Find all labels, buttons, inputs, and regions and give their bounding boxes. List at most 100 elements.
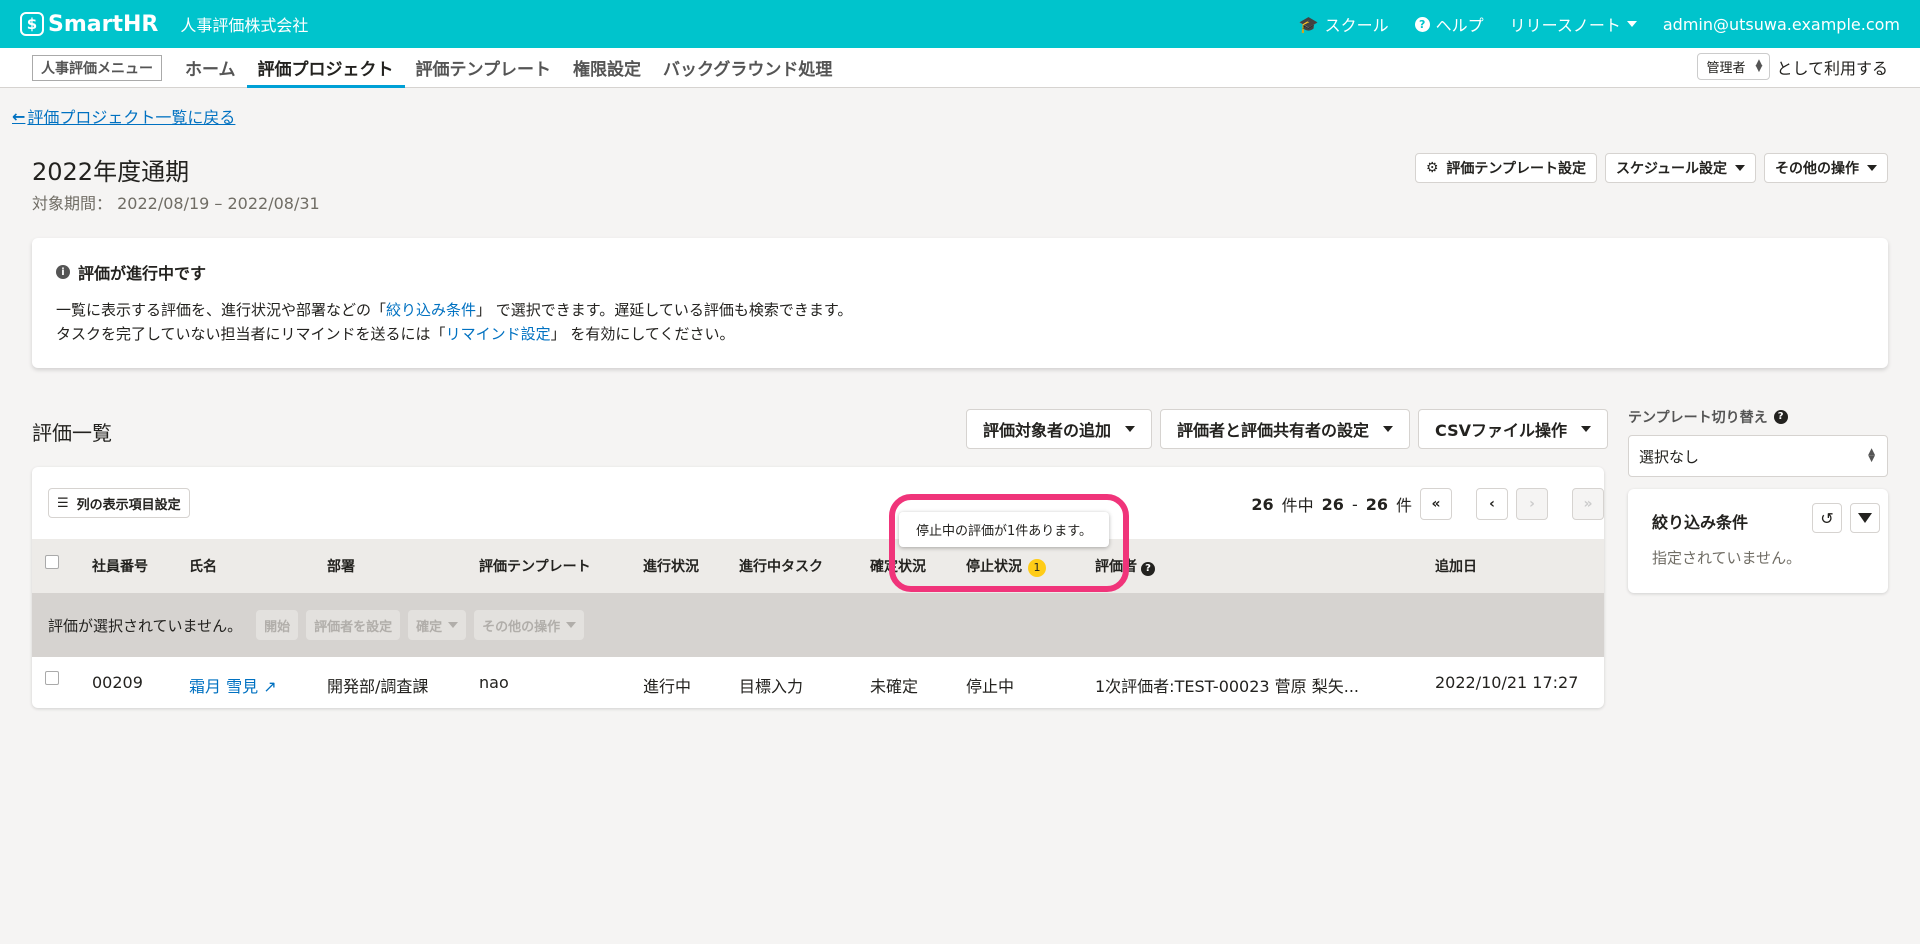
employee-name-link[interactable]: 霜月 雪見 ↗: [189, 673, 277, 697]
release-notes-label: リリースノート: [1509, 16, 1621, 35]
schedule-settings-label: スケジュール設定: [1615, 161, 1727, 177]
info-icon: i: [56, 265, 70, 279]
template-settings-button[interactable]: ⚙ 評価テンプレート設定: [1414, 153, 1597, 183]
back-link[interactable]: ← 評価プロジェクト一覧に戻る: [12, 104, 235, 128]
bulk-action-bar: 評価が選択されていません。 開始 評価者を設定 確定 その他の操作: [32, 593, 1604, 657]
tab-permissions[interactable]: 権限設定: [562, 48, 652, 88]
list-title: 評価一覧: [32, 421, 112, 445]
info-panel: i 評価が進行中です 一覧に表示する評価を、進行状況や部署などの「絞り込み条件」…: [32, 238, 1888, 368]
pager-unit: 件: [1395, 496, 1412, 515]
table-header: 社員番号 氏名 部署 評価テンプレート 進行状況 進行中タスク 確定状況 停止状…: [32, 539, 1604, 593]
info-text: タスクを完了していない担当者にリマインドを送るには「: [56, 325, 446, 343]
help-label: ヘルプ: [1435, 16, 1484, 35]
filter-actions: ↺: [1812, 503, 1880, 533]
school-link[interactable]: 🎓 スクール: [1299, 12, 1389, 36]
schedule-settings-button[interactable]: スケジュール設定: [1604, 153, 1756, 183]
info-text: 」 を有効にしてください。: [550, 325, 735, 343]
menu-tag: 人事評価メニュー: [32, 54, 162, 81]
col-template[interactable]: 評価テンプレート: [479, 556, 591, 576]
col-added-date[interactable]: 追加日: [1435, 556, 1477, 576]
remind-settings-link[interactable]: リマインド設定: [446, 325, 551, 343]
undo-icon: ↺: [1820, 508, 1834, 528]
pager-total: 26: [1251, 494, 1274, 514]
account-email[interactable]: admin@utsuwa.example.com: [1663, 15, 1900, 34]
cell-employee-id: 00209: [92, 673, 143, 692]
side-panel: テンプレート切り替え ? 選択なし ▲ ▼ 絞り込み条件 指定されていません。 ↺: [1628, 407, 1888, 593]
add-evaluatee-button[interactable]: 評価対象者の追加: [966, 409, 1153, 449]
table-row: 00209 霜月 雪見 ↗ 開発部/調査課 nao 進行中 目標入力 未確定 停…: [32, 657, 1604, 708]
cell-confirm: 未確定: [870, 677, 919, 696]
col-name[interactable]: 氏名: [189, 556, 217, 576]
caret-down-icon: [1125, 426, 1136, 432]
other-actions-button[interactable]: その他の操作: [1764, 153, 1888, 183]
tab-home[interactable]: ホーム: [174, 48, 247, 88]
pager-of: 件中: [1281, 496, 1314, 515]
top-nav: 🎓 スクール ? ヘルプ リリースノート admin@utsuwa.exampl…: [1299, 0, 1900, 48]
release-notes-dropdown[interactable]: リリースノート: [1510, 12, 1637, 36]
template-select[interactable]: 選択なし ▲ ▼: [1628, 435, 1888, 477]
template-switch-text: テンプレート切り替え: [1628, 410, 1768, 426]
template-select-value: 選択なし: [1639, 447, 1700, 466]
col-department[interactable]: 部署: [327, 556, 355, 576]
filter-empty-text: 指定されていません。: [1652, 549, 1802, 567]
period-value: 2022/08/19 – 2022/08/31: [117, 194, 320, 213]
pager-from: 26: [1321, 494, 1344, 514]
double-chevron-left-icon: «: [1431, 496, 1441, 512]
filter-icon: [1858, 513, 1872, 523]
question-circle-icon[interactable]: ?: [1141, 562, 1155, 576]
target-period: 対象期間： 2022/08/19 – 2022/08/31: [32, 190, 320, 214]
logo-mark-icon: $: [20, 12, 44, 36]
role-switch: 管理者 ▲ ▼ として利用する: [1697, 53, 1888, 80]
filter-button[interactable]: [1850, 503, 1880, 533]
caret-down-icon: [1867, 165, 1877, 171]
pager-to: 26: [1365, 494, 1388, 514]
cell-evaluator: 1次評価者:TEST-00023 菅原 梨矢...: [1095, 677, 1360, 696]
tab-templates[interactable]: 評価テンプレート: [405, 48, 563, 88]
prev-page-button[interactable]: ‹: [1476, 488, 1508, 520]
updown-icon: ▲ ▼: [1868, 447, 1875, 464]
question-circle-icon[interactable]: ?: [1773, 410, 1788, 424]
first-page-button[interactable]: «: [1420, 488, 1452, 520]
confirm-label: 確定: [416, 619, 443, 635]
reset-filter-button[interactable]: ↺: [1812, 503, 1842, 533]
row-checkbox[interactable]: [45, 671, 59, 685]
col-progress[interactable]: 進行状況: [643, 556, 699, 576]
app-nav: 人事評価メニュー ホーム 評価プロジェクト 評価テンプレート 権限設定 バックグ…: [0, 48, 1920, 88]
question-circle-icon: ?: [1414, 16, 1430, 32]
info-line-2: タスクを完了していない担当者にリマインドを送るには「リマインド設定」 を有効にし…: [56, 322, 1864, 346]
tab-background-jobs[interactable]: バックグラウンド処理: [652, 48, 843, 88]
start-button[interactable]: 開始: [256, 610, 299, 640]
set-evaluator-button[interactable]: 評価者を設定: [306, 610, 401, 640]
caret-down-icon: [448, 622, 459, 628]
csv-operations-button[interactable]: CSVファイル操作: [1418, 409, 1608, 449]
role-value: 管理者: [1706, 61, 1746, 76]
account-email-label: admin@utsuwa.example.com: [1662, 14, 1900, 34]
col-employee-id[interactable]: 社員番号: [92, 556, 148, 576]
smarthr-logo[interactable]: $ SmartHR: [20, 12, 158, 37]
col-task[interactable]: 進行中タスク: [739, 556, 823, 576]
next-page-button[interactable]: ›: [1516, 488, 1548, 520]
cell-department: 開発部/調査課: [327, 677, 429, 696]
tab-projects[interactable]: 評価プロジェクト: [246, 48, 405, 88]
external-link-icon: ↗: [263, 677, 277, 696]
evaluator-settings-button[interactable]: 評価者と評価共有者の設定: [1160, 409, 1411, 449]
cell-template: nao: [479, 673, 509, 692]
role-select[interactable]: 管理者 ▲ ▼: [1697, 53, 1771, 80]
confirm-button[interactable]: 確定: [408, 610, 467, 640]
select-all-checkbox[interactable]: [45, 555, 59, 569]
top-bar: $ SmartHR 人事評価株式会社 🎓 スクール ? ヘルプ リリースノート …: [0, 0, 1920, 48]
role-suffix: として利用する: [1776, 58, 1888, 78]
double-chevron-right-icon: »: [1583, 496, 1593, 512]
chevron-left-icon: ‹: [1489, 496, 1495, 512]
arrow-left-icon: ←: [12, 106, 26, 126]
gear-icon: ⚙: [1425, 160, 1439, 176]
template-switch-label: テンプレート切り替え ?: [1628, 407, 1888, 427]
cell-task: 目標入力: [739, 677, 804, 696]
cell-added-date: 2022/10/21 17:27: [1435, 673, 1579, 692]
help-link[interactable]: ? ヘルプ: [1414, 12, 1484, 36]
column-settings-button[interactable]: ☰ 列の表示項目設定: [48, 488, 190, 518]
bulk-other-actions-button[interactable]: その他の操作: [474, 610, 585, 640]
pagination: 26 件中 26 - 26 件 « ‹ › »: [1251, 488, 1604, 520]
filter-conditions-link[interactable]: 絞り込み条件: [386, 301, 476, 319]
last-page-button[interactable]: »: [1572, 488, 1604, 520]
